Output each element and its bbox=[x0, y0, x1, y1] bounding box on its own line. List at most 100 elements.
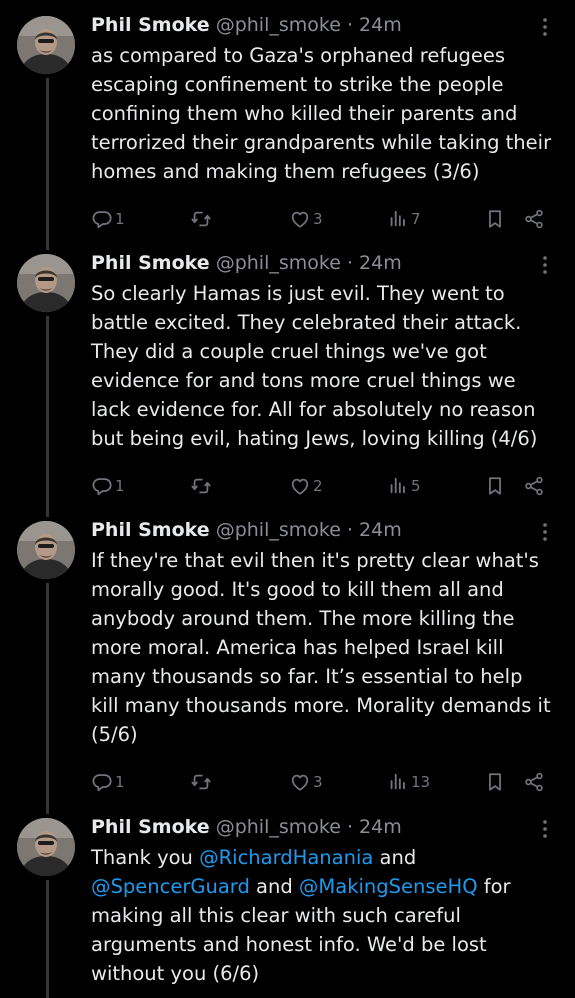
views-button[interactable]: 13 bbox=[387, 769, 430, 795]
text-segment: lack evidence for. All for absolutely no… bbox=[91, 398, 536, 421]
text-segment: and bbox=[373, 846, 417, 869]
text-segment: (5/6) bbox=[91, 723, 138, 746]
timestamp[interactable]: 24m bbox=[359, 519, 402, 541]
mention-link[interactable]: @SpencerGuard bbox=[91, 875, 250, 898]
avatar[interactable] bbox=[17, 521, 75, 579]
text-line: as compared to Gaza's orphaned refugees bbox=[91, 41, 563, 70]
reply-button[interactable]: 1 bbox=[91, 769, 125, 795]
repost-button[interactable] bbox=[190, 206, 212, 232]
bookmark-button[interactable] bbox=[484, 769, 506, 795]
tweet: Phil Smoke @phil_smoke · 24m So clearly H… bbox=[0, 238, 575, 505]
text-segment: as compared to Gaza's orphaned refugees bbox=[91, 44, 506, 67]
text-segment: more moral. America has helped Israel ki… bbox=[91, 636, 504, 659]
like-icon bbox=[289, 208, 311, 230]
more-options-icon[interactable] bbox=[537, 818, 553, 840]
text-segment: homes and making them refugees (3/6) bbox=[91, 160, 480, 183]
text-segment: battle excited. They celebrated their at… bbox=[91, 311, 522, 334]
text-segment: evidence for and tons more cruel things … bbox=[91, 369, 516, 392]
share-button[interactable] bbox=[523, 473, 545, 499]
more-options-icon[interactable] bbox=[537, 521, 553, 543]
text-line: many thousands so far. It’s essential to… bbox=[91, 662, 563, 691]
text-line: anybody around them. The more killing th… bbox=[91, 604, 563, 633]
views-count: 13 bbox=[411, 773, 431, 791]
text-segment: kill many thousands more. Morality deman… bbox=[91, 694, 551, 717]
bookmark-button[interactable] bbox=[484, 206, 506, 232]
text-segment: but being evil, hating Jews, loving kill… bbox=[91, 427, 538, 450]
text-line: escaping confinement to strike the peopl… bbox=[91, 70, 563, 99]
more-options-icon[interactable] bbox=[537, 16, 553, 38]
author-name[interactable]: Phil Smoke bbox=[91, 252, 210, 274]
mention-link[interactable]: @MakingSenseHQ bbox=[299, 875, 478, 898]
text-segment: making all this clear with such careful bbox=[91, 904, 461, 927]
text-segment: They did a couple cruel things we've got bbox=[91, 340, 487, 363]
reply-icon bbox=[91, 475, 113, 497]
share-button[interactable] bbox=[523, 206, 545, 232]
text-segment: terrorized their grandparents while taki… bbox=[91, 131, 552, 154]
text-line: If they're that evil then it's pretty cl… bbox=[91, 546, 563, 575]
reply-button[interactable]: 1 bbox=[91, 206, 125, 232]
text-line: They did a couple cruel things we've got bbox=[91, 337, 563, 366]
like-button[interactable]: 3 bbox=[289, 206, 323, 232]
text-segment: for bbox=[477, 875, 511, 898]
share-icon bbox=[523, 475, 545, 497]
tweet-header: Phil Smoke @phil_smoke · 24m bbox=[91, 517, 402, 543]
action-bar: 1 3 13 bbox=[91, 769, 561, 795]
text-line: evidence for and tons more cruel things … bbox=[91, 366, 563, 395]
tweet: Phil Smoke @phil_smoke · 24m Thank you @R… bbox=[0, 802, 575, 998]
text-segment: morally good. It's good to kill them all… bbox=[91, 578, 504, 601]
tweet-text: as compared to Gaza's orphaned refugees e… bbox=[91, 41, 563, 186]
more-options-icon[interactable] bbox=[537, 254, 553, 276]
avatar[interactable] bbox=[17, 16, 75, 74]
bookmark-button[interactable] bbox=[484, 473, 506, 499]
avatar[interactable] bbox=[17, 254, 75, 312]
bookmark-icon bbox=[484, 771, 506, 793]
author-name[interactable]: Phil Smoke bbox=[91, 816, 210, 838]
likes-count: 2 bbox=[313, 477, 323, 495]
tweet: Phil Smoke @phil_smoke · 24m If they're t… bbox=[0, 505, 575, 802]
text-segment: escaping confinement to strike the peopl… bbox=[91, 73, 504, 96]
author-handle[interactable]: @phil_smoke bbox=[216, 252, 341, 274]
bookmark-icon bbox=[484, 208, 506, 230]
repost-button[interactable] bbox=[190, 769, 212, 795]
tweet-text: Thank you @RichardHanania and @SpencerGua… bbox=[91, 843, 563, 988]
views-icon bbox=[387, 475, 409, 497]
text-line: morally good. It's good to kill them all… bbox=[91, 575, 563, 604]
text-line: but being evil, hating Jews, loving kill… bbox=[91, 424, 563, 453]
views-icon bbox=[387, 771, 409, 793]
views-count: 7 bbox=[411, 210, 421, 228]
reply-button[interactable]: 1 bbox=[91, 473, 125, 499]
separator-dot: · bbox=[346, 252, 353, 274]
views-count: 5 bbox=[411, 477, 421, 495]
timestamp[interactable]: 24m bbox=[359, 816, 402, 838]
text-line: @SpencerGuard and @MakingSenseHQ for bbox=[91, 872, 563, 901]
separator-dot: · bbox=[346, 816, 353, 838]
action-bar: 1 2 5 bbox=[91, 473, 561, 499]
tweet-text: So clearly Hamas is just evil. They went… bbox=[91, 279, 563, 453]
avatar[interactable] bbox=[17, 818, 75, 876]
views-button[interactable]: 5 bbox=[387, 473, 421, 499]
likes-count: 3 bbox=[313, 773, 323, 791]
timestamp[interactable]: 24m bbox=[359, 14, 402, 36]
author-name[interactable]: Phil Smoke bbox=[91, 519, 210, 541]
author-handle[interactable]: @phil_smoke bbox=[216, 519, 341, 541]
author-handle[interactable]: @phil_smoke bbox=[216, 816, 341, 838]
like-button[interactable]: 3 bbox=[289, 769, 323, 795]
like-icon bbox=[289, 771, 311, 793]
share-icon bbox=[523, 771, 545, 793]
like-button[interactable]: 2 bbox=[289, 473, 323, 499]
author-name[interactable]: Phil Smoke bbox=[91, 14, 210, 36]
tweet: Phil Smoke @phil_smoke · 24m as compared … bbox=[0, 0, 575, 238]
author-handle[interactable]: @phil_smoke bbox=[216, 14, 341, 36]
replies-count: 1 bbox=[115, 477, 125, 495]
repost-button[interactable] bbox=[190, 473, 212, 499]
mention-link[interactable]: @RichardHanania bbox=[199, 846, 373, 869]
text-segment: many thousands so far. It’s essential to… bbox=[91, 665, 523, 688]
reply-icon bbox=[91, 208, 113, 230]
text-line: lack evidence for. All for absolutely no… bbox=[91, 395, 563, 424]
separator-dot: · bbox=[346, 14, 353, 36]
views-button[interactable]: 7 bbox=[387, 206, 421, 232]
text-line: confining them who killed their parents … bbox=[91, 99, 563, 128]
timestamp[interactable]: 24m bbox=[359, 252, 402, 274]
repost-icon bbox=[190, 208, 212, 230]
share-button[interactable] bbox=[523, 769, 545, 795]
